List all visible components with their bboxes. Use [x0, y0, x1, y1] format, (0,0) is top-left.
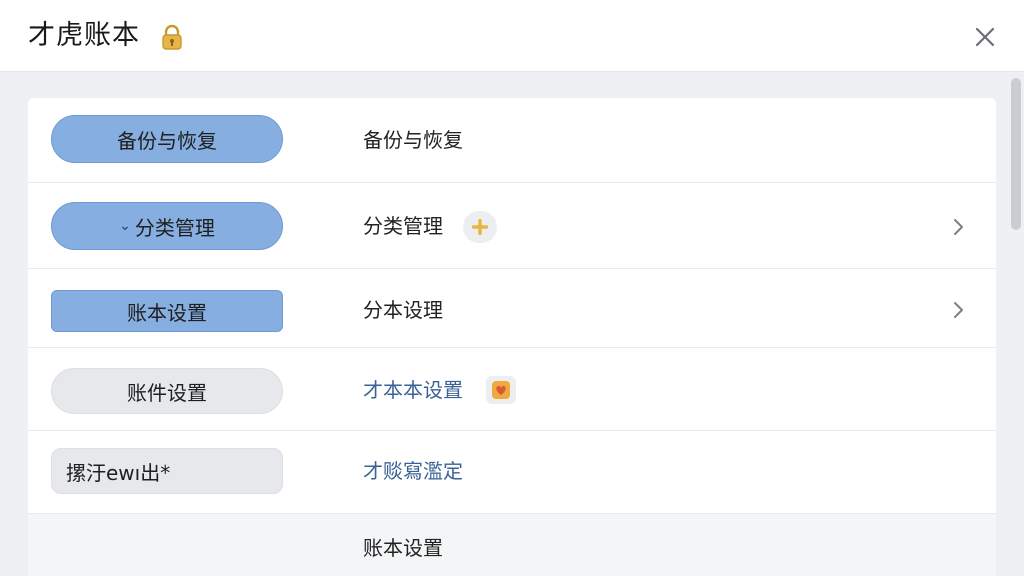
heart-badge-icon: [486, 376, 516, 404]
ledger-settings-button-label: 账本设置: [127, 300, 207, 325]
category-manage-label: 分类管理: [363, 214, 443, 238]
settings-row-attachment: 账件设置 才本本设置: [28, 348, 996, 431]
settings-row-backup: 备份与恢复 备份与恢复: [28, 98, 996, 183]
close-button[interactable]: [966, 18, 1004, 56]
chevron-right-icon[interactable]: [950, 300, 966, 320]
title-bar: 才虎账本: [0, 0, 1024, 72]
settings-row-category[interactable]: ⌄ 分类管理 分类管理: [28, 183, 996, 269]
settings-row-export: 摞汙ewı出* 才赕寫濫定: [28, 431, 996, 514]
attachment-settings-button[interactable]: 账件设置: [51, 368, 283, 414]
book-settings-link[interactable]: 才本本设置: [363, 376, 463, 404]
export-link[interactable]: 才赕寫濫定: [363, 457, 463, 485]
lock-icon: [160, 24, 184, 52]
settings-row-ledger[interactable]: 账本设置 分本设理: [28, 269, 996, 348]
settings-panel: 备份与恢复 备份与恢复 ⌄ 分类管理 分类管理 账本设置 分本设理 账件设置 才…: [28, 98, 996, 576]
scrollbar-thumb[interactable]: [1011, 78, 1021, 230]
backup-restore-label: 备份与恢复: [363, 128, 463, 152]
category-manage-button[interactable]: ⌄ 分类管理: [51, 202, 283, 250]
export-button-label: 摞汙ewı出*: [66, 460, 171, 485]
backup-restore-button[interactable]: 备份与恢复: [51, 115, 283, 163]
category-manage-button-label: 分类管理: [134, 215, 215, 240]
attachment-settings-button-label: 账件设置: [127, 380, 207, 405]
settings-row-book: 账本设置: [28, 514, 996, 576]
backup-restore-button-label: 备份与恢复: [117, 128, 217, 153]
close-icon: [975, 27, 995, 47]
chevron-right-icon[interactable]: [950, 217, 966, 237]
export-button[interactable]: 摞汙ewı出*: [51, 448, 283, 494]
app-title: 才虎账本: [28, 20, 140, 51]
chevron-down-icon: ⌄: [119, 218, 131, 234]
ledger-settings-label: 分本设理: [363, 298, 443, 322]
ledger-settings-button[interactable]: 账本设置: [51, 290, 283, 332]
book-settings-label: 账本设置: [363, 536, 443, 560]
plus-icon[interactable]: [463, 211, 497, 243]
